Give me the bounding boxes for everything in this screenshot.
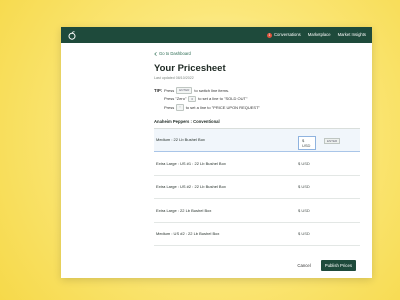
tip1-prefix: Press: [164, 87, 175, 93]
chevron-left-icon: [154, 51, 157, 56]
section-title: Anaheim Peppers : Conventional: [154, 119, 360, 129]
up-key-badge: ↑: [176, 104, 184, 111]
tip1-suffix: to switch line items.: [194, 87, 230, 93]
brand-logo-icon[interactable]: [67, 30, 77, 40]
price-input[interactable]: $ USD: [298, 161, 310, 166]
tip2-prefix: Press "Zero": [164, 96, 187, 102]
conversations-badge: 1: [267, 32, 272, 38]
table-row[interactable]: Extra Large : US #1 : 22 Lb Bushel Box $…: [154, 152, 360, 176]
nav-conversations-label: Conversations: [274, 32, 301, 38]
table-row[interactable]: Extra Large : US #2 : 22 Lb Bushel Box $…: [154, 176, 360, 199]
enter-hint-badge: ENTER: [324, 137, 341, 144]
table-row[interactable]: Extra Large : 22 Lb Bushel Box $ USD: [154, 199, 360, 223]
page-title: Your Pricesheet: [154, 63, 226, 74]
back-to-dashboard-link[interactable]: Go to Dashboard: [154, 51, 360, 56]
nav-market-insights[interactable]: Market Insights: [338, 32, 366, 37]
tip-label: TIP:: [154, 87, 163, 93]
tip2-suffix: to set a line to "SOLD OUT": [198, 96, 248, 102]
tip3-suffix: to set a line to "PRICE UPON REQUEST": [185, 104, 260, 110]
top-navbar: 1 Conversations Marketplace Market Insigh…: [61, 27, 372, 43]
nav-marketplace[interactable]: Marketplace: [308, 32, 331, 37]
row-label: Medium : 22 Lb Bushel Box: [156, 137, 205, 143]
enter-key-badge: ENTER: [176, 87, 193, 94]
pricesheet-content: Go to Dashboard Your Pricesheet Last upd…: [154, 51, 360, 246]
app-window: 1 Conversations Marketplace Market Insigh…: [61, 27, 372, 278]
footer-actions: Cancel Publish Prices: [297, 260, 356, 271]
row-label: Extra Large : US #1 : 22 Lb Bushel Box: [156, 160, 226, 166]
table-row[interactable]: Medium : US #2 : 22 Lb Bushel Box $ USD: [154, 223, 360, 246]
nav-conversations[interactable]: 1 Conversations: [267, 32, 301, 38]
last-updated-text: Last updated 08/10/2022: [154, 76, 194, 80]
publish-prices-button[interactable]: Publish Prices: [320, 260, 356, 271]
tip-box: TIP: Press ENTER to switch line items. P…: [154, 86, 360, 112]
cancel-button[interactable]: Cancel: [297, 263, 310, 268]
price-input[interactable]: $ USD: [298, 231, 310, 236]
row-label: Extra Large : 22 Lb Bushel Box: [156, 207, 212, 213]
price-input[interactable]: $ USD: [298, 184, 310, 189]
tip3-prefix: Press: [164, 104, 175, 110]
price-input[interactable]: $ USD: [298, 208, 310, 213]
table-row[interactable]: Medium : 22 Lb Bushel Box $ USD ENTER: [154, 128, 360, 152]
row-label: Medium : US #2 : 22 Lb Bushel Box: [156, 231, 220, 237]
back-link-label: Go to Dashboard: [159, 51, 191, 56]
row-label: Extra Large : US #2 : 22 Lb Bushel Box: [156, 184, 226, 190]
price-input[interactable]: $ USD: [298, 135, 316, 150]
nav-links: 1 Conversations Marketplace Market Insigh…: [267, 32, 366, 38]
zero-key-badge: 0: [188, 95, 197, 102]
